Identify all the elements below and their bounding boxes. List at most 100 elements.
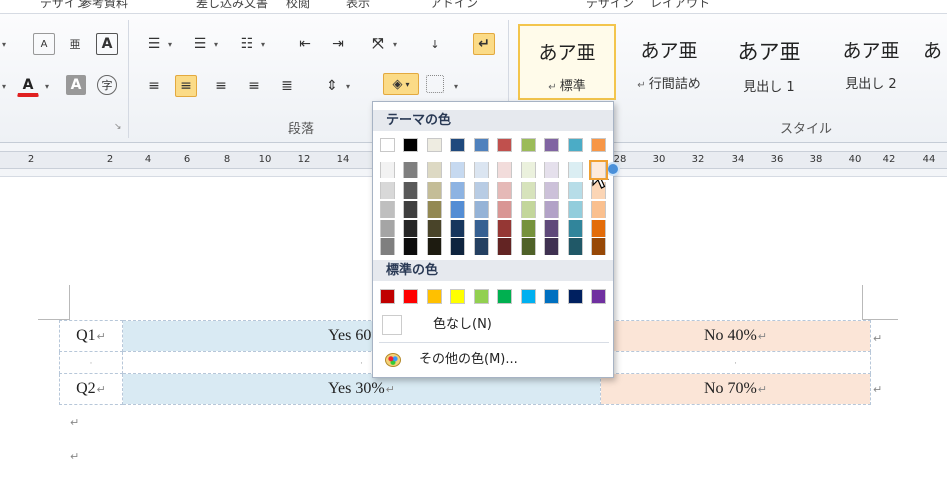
theme-color-swatch[interactable]	[521, 182, 536, 199]
theme-color-swatch[interactable]	[403, 238, 418, 255]
line-spacing-icon[interactable]: ⇕	[321, 75, 343, 97]
theme-color-swatch[interactable]	[521, 162, 536, 178]
theme-color-swatch[interactable]	[589, 160, 608, 180]
dropdown-arrow[interactable]: ▾	[214, 40, 218, 49]
theme-color-swatch[interactable]	[544, 238, 559, 255]
theme-color-swatch[interactable]	[427, 182, 442, 199]
sort-icon[interactable]: ↓	[424, 33, 446, 55]
enclosed-character-icon[interactable]: 字	[97, 75, 117, 95]
theme-color-swatch[interactable]	[568, 238, 583, 255]
theme-color-swatch[interactable]	[474, 138, 489, 152]
bullets-icon[interactable]: ☰	[143, 33, 165, 55]
theme-color-swatch[interactable]	[544, 201, 559, 218]
standard-color-swatch[interactable]	[474, 289, 489, 304]
theme-color-swatch[interactable]	[403, 138, 418, 152]
shading-button[interactable]: ◈ ▾	[383, 73, 419, 95]
theme-color-swatch[interactable]	[380, 238, 395, 255]
theme-color-swatch[interactable]	[591, 238, 606, 255]
theme-color-swatch[interactable]	[521, 201, 536, 218]
standard-color-swatch[interactable]	[591, 289, 606, 304]
dropdown-arrow[interactable]: ▾	[168, 40, 172, 49]
style-heading-2[interactable]: あア亜 見出し 2	[822, 24, 920, 100]
theme-color-swatch[interactable]	[568, 138, 583, 152]
no-color-item[interactable]: 色なし(N)	[373, 310, 613, 340]
theme-color-swatch[interactable]	[544, 162, 559, 178]
font-dialog-launcher-icon[interactable]: ↘	[114, 122, 122, 132]
standard-color-swatch[interactable]	[521, 289, 536, 304]
borders-icon[interactable]	[426, 75, 444, 93]
standard-color-swatch[interactable]	[544, 289, 559, 304]
theme-color-swatch[interactable]	[568, 182, 583, 199]
dropdown-arrow[interactable]: ▾	[45, 82, 49, 91]
theme-color-swatch[interactable]	[591, 220, 606, 237]
justify-icon[interactable]: ≡	[243, 75, 265, 97]
theme-color-swatch[interactable]	[450, 201, 465, 218]
tab-review[interactable]: 校閲	[286, 0, 310, 11]
theme-color-swatch[interactable]	[521, 238, 536, 255]
style-normal[interactable]: あア亜 ↵ 標準	[518, 24, 616, 100]
theme-color-swatch[interactable]	[497, 138, 512, 152]
dropdown-arrow[interactable]: ▾	[393, 40, 397, 49]
standard-color-swatch[interactable]	[403, 289, 418, 304]
standard-color-swatch[interactable]	[497, 289, 512, 304]
tab-mailings[interactable]: 差し込み文書	[196, 0, 268, 11]
tab-table-layout[interactable]: レイアウト	[650, 0, 710, 11]
numbering-icon[interactable]: ☰	[189, 33, 211, 55]
standard-color-swatch[interactable]	[568, 289, 583, 304]
decrease-indent-icon[interactable]: ⇤	[294, 33, 316, 55]
style-heading-1[interactable]: あア亜 見出し 1	[720, 24, 818, 100]
theme-color-swatch[interactable]	[427, 138, 442, 152]
theme-color-swatch[interactable]	[544, 220, 559, 237]
theme-color-swatch[interactable]	[497, 162, 512, 178]
asian-layout-icon[interactable]: ⤧	[367, 33, 389, 55]
character-shading-icon[interactable]: 亜	[64, 33, 86, 55]
theme-color-swatch[interactable]	[450, 138, 465, 152]
theme-color-swatch[interactable]	[568, 162, 583, 178]
dropdown-arrow[interactable]: ▾	[2, 40, 6, 49]
distributed-icon[interactable]: ≣	[276, 75, 298, 97]
theme-color-swatch[interactable]	[568, 220, 583, 237]
tab-addins[interactable]: アドイン	[430, 0, 478, 11]
theme-color-swatch[interactable]	[427, 238, 442, 255]
align-center-icon[interactable]: ≡	[175, 75, 197, 97]
style-next[interactable]: あ	[918, 24, 947, 100]
theme-color-swatch[interactable]	[474, 162, 489, 178]
theme-color-swatch[interactable]	[474, 201, 489, 218]
show-paragraph-marks-icon[interactable]: ↵	[473, 33, 495, 55]
theme-color-swatch[interactable]	[380, 201, 395, 218]
theme-color-swatch[interactable]	[403, 201, 418, 218]
theme-color-swatch[interactable]	[450, 220, 465, 237]
align-left-icon[interactable]: ≡	[143, 75, 165, 97]
theme-color-swatch[interactable]	[497, 220, 512, 237]
tab-view[interactable]: 表示	[346, 0, 370, 11]
style-no-spacing[interactable]: あア亜 ↵ 行間詰め	[620, 24, 718, 100]
theme-color-swatch[interactable]	[474, 182, 489, 199]
theme-color-swatch[interactable]	[403, 182, 418, 199]
theme-color-swatch[interactable]	[427, 201, 442, 218]
theme-color-swatch[interactable]	[380, 162, 395, 178]
theme-color-swatch[interactable]	[403, 162, 418, 178]
theme-color-swatch[interactable]	[474, 238, 489, 255]
font-color-icon[interactable]: A	[17, 75, 39, 97]
character-border-icon[interactable]: A	[96, 33, 118, 55]
theme-color-swatch[interactable]	[544, 182, 559, 199]
theme-color-swatch[interactable]	[474, 220, 489, 237]
theme-color-swatch[interactable]	[403, 220, 418, 237]
standard-color-swatch[interactable]	[380, 289, 395, 304]
theme-color-swatch[interactable]	[380, 138, 395, 152]
theme-color-swatch[interactable]	[380, 220, 395, 237]
theme-color-swatch[interactable]	[568, 201, 583, 218]
theme-color-swatch[interactable]	[450, 162, 465, 178]
theme-color-swatch[interactable]	[497, 201, 512, 218]
character-shading-gray-icon[interactable]: A	[66, 75, 86, 95]
theme-color-swatch[interactable]	[450, 238, 465, 255]
multilevel-list-icon[interactable]: ☷	[236, 33, 258, 55]
dropdown-arrow[interactable]: ▾	[454, 82, 458, 91]
standard-color-swatch[interactable]	[427, 289, 442, 304]
increase-indent-icon[interactable]: ⇥	[327, 33, 349, 55]
tab-references[interactable]: 参考資料	[80, 0, 128, 11]
more-colors-item[interactable]: その他の色(M)...	[373, 345, 613, 375]
theme-color-swatch[interactable]	[427, 220, 442, 237]
theme-color-swatch[interactable]	[427, 162, 442, 178]
dropdown-arrow[interactable]: ▾	[346, 82, 350, 91]
